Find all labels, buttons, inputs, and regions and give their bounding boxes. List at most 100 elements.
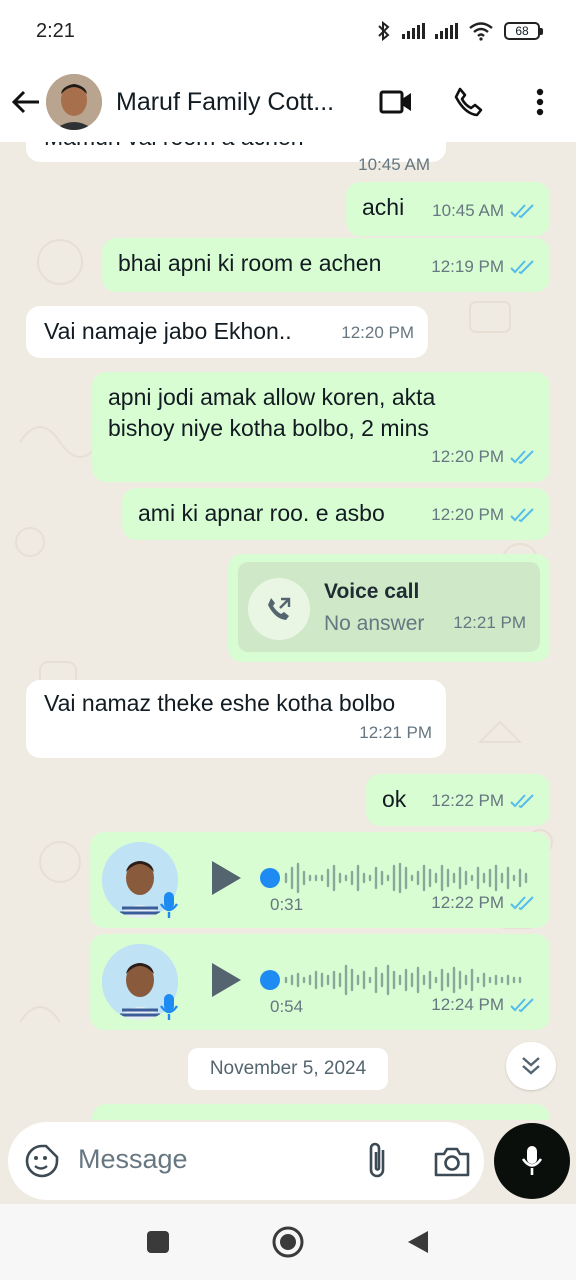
message-time: 10:45 AM	[358, 155, 430, 174]
back-nav-button[interactable]	[400, 1224, 436, 1260]
home-button[interactable]	[270, 1224, 306, 1260]
header-actions	[360, 62, 576, 142]
signal-icon-2	[435, 23, 458, 39]
message-time: 12:22 PM	[431, 791, 504, 810]
message-meta: 10:45 AM	[432, 195, 536, 226]
voice-call-message[interactable]: Voice call No answer 12:21 PM	[228, 554, 550, 662]
voice-call-button[interactable]	[432, 62, 504, 142]
missed-call-icon-wrap	[248, 578, 310, 640]
more-options-button[interactable]	[504, 62, 576, 142]
message-outgoing[interactable]: bhai apni ki room e achen 12:19 PM	[102, 238, 550, 292]
message-text: Vai namaz theke eshe kotha bolbo	[44, 690, 396, 716]
message-incoming[interactable]: Mamun vai room a achen 10:45 AM	[26, 142, 446, 174]
microphone-icon	[160, 892, 178, 918]
read-ticks-icon	[510, 449, 534, 464]
phone-icon	[454, 87, 483, 117]
video-camera-icon	[379, 90, 411, 114]
message-outgoing[interactable]: apni jodi amak allow koren, akta bishoy …	[92, 372, 550, 482]
back-arrow-icon	[11, 90, 39, 114]
more-vertical-icon	[536, 88, 544, 116]
playback-position-dot[interactable]	[260, 868, 280, 888]
voice-note-message[interactable]: 0:31 12:22 PM	[90, 832, 550, 928]
message-outgoing[interactable]: ok 12:22 PM	[366, 774, 550, 826]
message-incoming[interactable]: Vai namaz theke eshe kotha bolbo 12:21 P…	[26, 680, 446, 758]
microphone-icon	[521, 1146, 543, 1175]
play-icon[interactable]	[208, 960, 244, 1000]
chat-title[interactable]: Maruf Family Cott...	[116, 88, 356, 117]
message-outgoing[interactable]: achi 10:45 AM	[346, 182, 550, 236]
battery-level: 68	[515, 24, 529, 38]
avatar-photo	[46, 74, 102, 130]
message-meta: 12:20 PM	[431, 441, 536, 472]
message-text-line-1: apni jodi amak allow koren, akta	[108, 384, 436, 410]
voice-duration: 0:31	[270, 895, 304, 914]
message-meta: 12:20 PM	[431, 499, 536, 530]
message-time: 12:20 PM	[431, 447, 504, 466]
sticker-emoji-icon[interactable]	[24, 1143, 60, 1179]
playback-position-dot[interactable]	[260, 970, 280, 990]
message-text: Mamun vai room a achen	[44, 142, 304, 153]
message-input[interactable]: Message	[78, 1144, 188, 1175]
message-text: ami ki apnar roo. e asbo	[138, 500, 385, 526]
voice-note-message[interactable]: 0:54 12:24 PM	[90, 934, 550, 1030]
message-text: bhai apni ki room e achen	[118, 250, 382, 276]
message-outgoing[interactable]: ami ki apnar roo. e asbo 12:20 PM	[122, 488, 550, 540]
date-separator: November 5, 2024	[188, 1048, 388, 1090]
square-icon	[147, 1231, 169, 1253]
message-time: 12:20 PM	[431, 505, 504, 524]
voice-duration: 0:54	[270, 997, 304, 1016]
home-circle-icon	[272, 1226, 304, 1258]
message-time: 12:20 PM	[341, 323, 414, 342]
message-text: Vai namaje jabo Ekhon..	[44, 318, 292, 344]
message-outgoing-partial[interactable]	[92, 1104, 550, 1120]
read-ticks-icon	[510, 793, 534, 808]
status-bar: 2:21 68	[0, 0, 576, 62]
scroll-to-bottom-button[interactable]	[506, 1042, 556, 1090]
microphone-icon	[160, 994, 178, 1020]
video-call-button[interactable]	[360, 62, 432, 142]
chat-header: Maruf Family Cott...	[0, 62, 576, 142]
read-ticks-icon	[510, 259, 534, 274]
message-meta: 12:21 PM	[359, 717, 432, 748]
message-meta: 12:22 PM	[431, 887, 536, 918]
message-time: 12:21 PM	[359, 723, 432, 742]
play-icon[interactable]	[208, 858, 244, 898]
battery-icon: 68	[504, 22, 543, 40]
status-time: 2:21	[36, 19, 75, 42]
status-icons: 68	[376, 20, 543, 42]
call-subtitle: No answer	[324, 612, 425, 635]
triangle-back-icon	[408, 1231, 428, 1253]
read-ticks-icon	[510, 895, 534, 910]
bluetooth-icon	[378, 20, 390, 42]
message-time: 10:45 AM	[432, 201, 504, 220]
back-button[interactable]	[0, 72, 52, 132]
message-incoming[interactable]: Vai namaje jabo Ekhon.. 12:20 PM	[26, 306, 428, 358]
wifi-icon	[469, 22, 493, 41]
voice-call-card[interactable]: Voice call No answer 12:21 PM	[238, 562, 540, 652]
message-meta: 12:20 PM	[341, 317, 414, 348]
message-text-line-2: bishoy niye kotha bolbo, 2 mins	[108, 415, 429, 441]
double-chevron-down-icon	[522, 1057, 540, 1075]
message-meta: 12:24 PM	[431, 989, 536, 1020]
message-meta: 10:45 AM	[358, 149, 430, 180]
voice-record-button[interactable]	[494, 1123, 570, 1199]
paperclip-icon[interactable]	[358, 1140, 398, 1182]
message-time: 12:19 PM	[431, 257, 504, 276]
read-ticks-icon	[510, 203, 534, 218]
call-title: Voice call	[324, 580, 420, 603]
message-composer: Message	[8, 1122, 484, 1200]
message-text: achi	[362, 194, 405, 220]
signal-icon	[402, 23, 425, 39]
message-meta: 12:22 PM	[431, 785, 536, 816]
message-text: ok	[382, 786, 407, 812]
recents-button[interactable]	[140, 1224, 176, 1260]
read-ticks-icon	[510, 997, 534, 1012]
chat-messages[interactable]: Mamun vai room a achen 10:45 AM achi 10:…	[0, 142, 576, 1120]
outgoing-call-icon	[268, 597, 291, 620]
camera-icon[interactable]	[432, 1142, 472, 1180]
message-time: 12:24 PM	[431, 995, 504, 1014]
message-meta: 12:19 PM	[431, 251, 536, 282]
message-time: 12:21 PM	[453, 613, 526, 632]
message-time: 12:22 PM	[431, 893, 504, 912]
contact-avatar[interactable]	[46, 74, 102, 130]
